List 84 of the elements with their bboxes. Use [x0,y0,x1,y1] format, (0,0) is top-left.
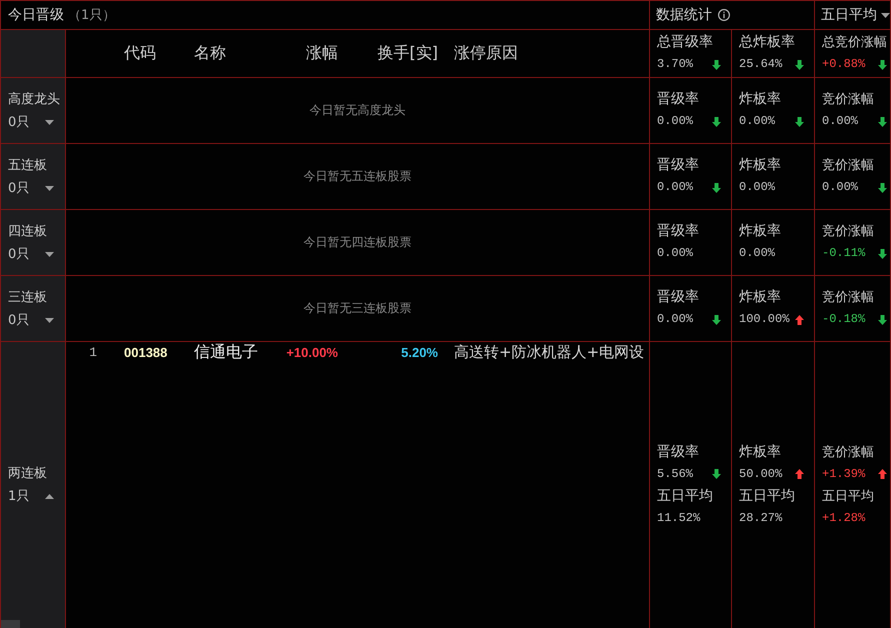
column-header[interactable]: 名称 [194,43,264,64]
caret-icon[interactable] [45,318,54,322]
empty-message: 今日暂无高度龙头 [310,102,406,119]
tier-count: 1只 [8,488,30,505]
stat-label: 总竞价涨幅 [822,34,887,51]
caret-icon[interactable] [45,120,54,124]
tier-name: 两连板 [8,465,48,482]
stat-value: 50.00% [739,466,782,482]
tier-label-cell[interactable]: 三连板 0只 [1,276,66,342]
stat-label: 炸板率 [739,444,782,460]
stat-value: 0.00% [657,179,694,196]
caret-icon[interactable] [45,252,54,256]
caret-icon[interactable] [45,186,54,190]
promotion-count: （1只） [68,7,116,24]
stat-value: +0.88% [822,56,866,73]
caret-icon[interactable] [881,12,890,18]
stat-value: 100.00% [739,311,790,328]
stat-value: +1.39% [822,466,866,482]
tier-name: 三连板 [8,288,48,306]
limit-up-reason: 高送转+防冰机器人+电网设 [453,343,646,362]
stat-label: 竞价涨幅 [822,223,875,240]
change-percent: +10.00% [285,345,339,360]
stat-value: 3.70% [657,56,694,73]
tier-label-cell[interactable]: 五连板 0只 [1,144,66,210]
stat-label: 炸板率 [739,91,782,108]
tier-label-cell[interactable]: 四连板 0只 [1,210,66,276]
column-header[interactable]: 代码 [124,43,194,64]
stat-label: 竞价涨幅 [822,289,875,306]
column-header[interactable]: 涨停原因 [440,43,649,64]
tier-label-cell[interactable]: 两连板 1只 [1,342,66,628]
average-label: 五日平均 [822,488,875,504]
stats-title: 数据统计 [656,6,712,24]
tier-name: 高度龙头 [8,90,61,108]
stat-label: 竞价涨幅 [822,157,875,174]
row-number: 1 [88,345,98,360]
empty-message: 今日暂无四连板股票 [304,234,412,251]
turnover-rate: 5.20% [400,345,439,360]
stock-name: 信通电子 [194,342,259,363]
stat-label: 晋级率 [657,91,700,108]
average-label: 五日平均 [739,488,796,504]
stat-value: 0.00% [739,179,776,196]
stat-value: 0.00% [822,179,858,196]
average-label: 五日平均 [657,488,714,504]
average-value: +1.28% [822,510,866,526]
stat-value: 0.00% [739,113,776,130]
scrollbar-thumb[interactable] [1,620,20,628]
panel-title: 今日晋级 [8,6,64,24]
stat-label: 晋级率 [657,223,700,240]
stat-value: 25.64% [739,56,782,73]
period-dropdown[interactable]: 五日平均 [815,1,891,30]
stat-label: 晋级率 [657,444,700,460]
stat-label: 晋级率 [657,289,700,306]
tier-label-cell[interactable]: 高度龙头 0只 [1,78,66,144]
stat-value: -0.11% [822,245,866,262]
average-value: 28.27% [739,510,782,526]
info-icon[interactable] [718,9,730,21]
tier-count: 0只 [8,246,30,262]
stat-value: -0.18% [822,311,866,328]
tier-count: 0只 [8,180,30,196]
stat-label: 竞价涨幅 [822,91,875,108]
stock-code: 001388 [124,345,168,360]
stat-label: 炸板率 [739,289,782,306]
column-header[interactable]: 换手[实] [340,43,440,64]
tier-name: 四连板 [8,222,48,240]
tier-count: 0只 [8,312,30,328]
stat-value: 0.00% [822,113,858,130]
stat-value: 0.00% [657,113,694,130]
stat-label: 竞价涨幅 [822,444,875,460]
average-value: 11.52% [657,510,700,526]
stat-value: 0.00% [739,245,776,262]
stat-value: 0.00% [657,311,694,328]
stat-label: 总炸板率 [739,34,796,51]
stat-label: 总晋级率 [657,34,714,51]
empty-message: 今日暂无三连板股票 [304,300,412,317]
stat-value: 0.00% [657,245,694,262]
column-header[interactable]: 涨幅 [264,43,340,64]
caret-icon[interactable] [45,494,54,499]
stat-value: 5.56% [657,466,694,482]
tier-name: 五连板 [8,156,48,174]
tier-count: 0只 [8,114,30,130]
stat-label: 炸板率 [739,157,782,174]
empty-message: 今日暂无五连板股票 [304,168,412,185]
stat-label: 晋级率 [657,157,700,174]
stat-label: 炸板率 [739,223,782,240]
